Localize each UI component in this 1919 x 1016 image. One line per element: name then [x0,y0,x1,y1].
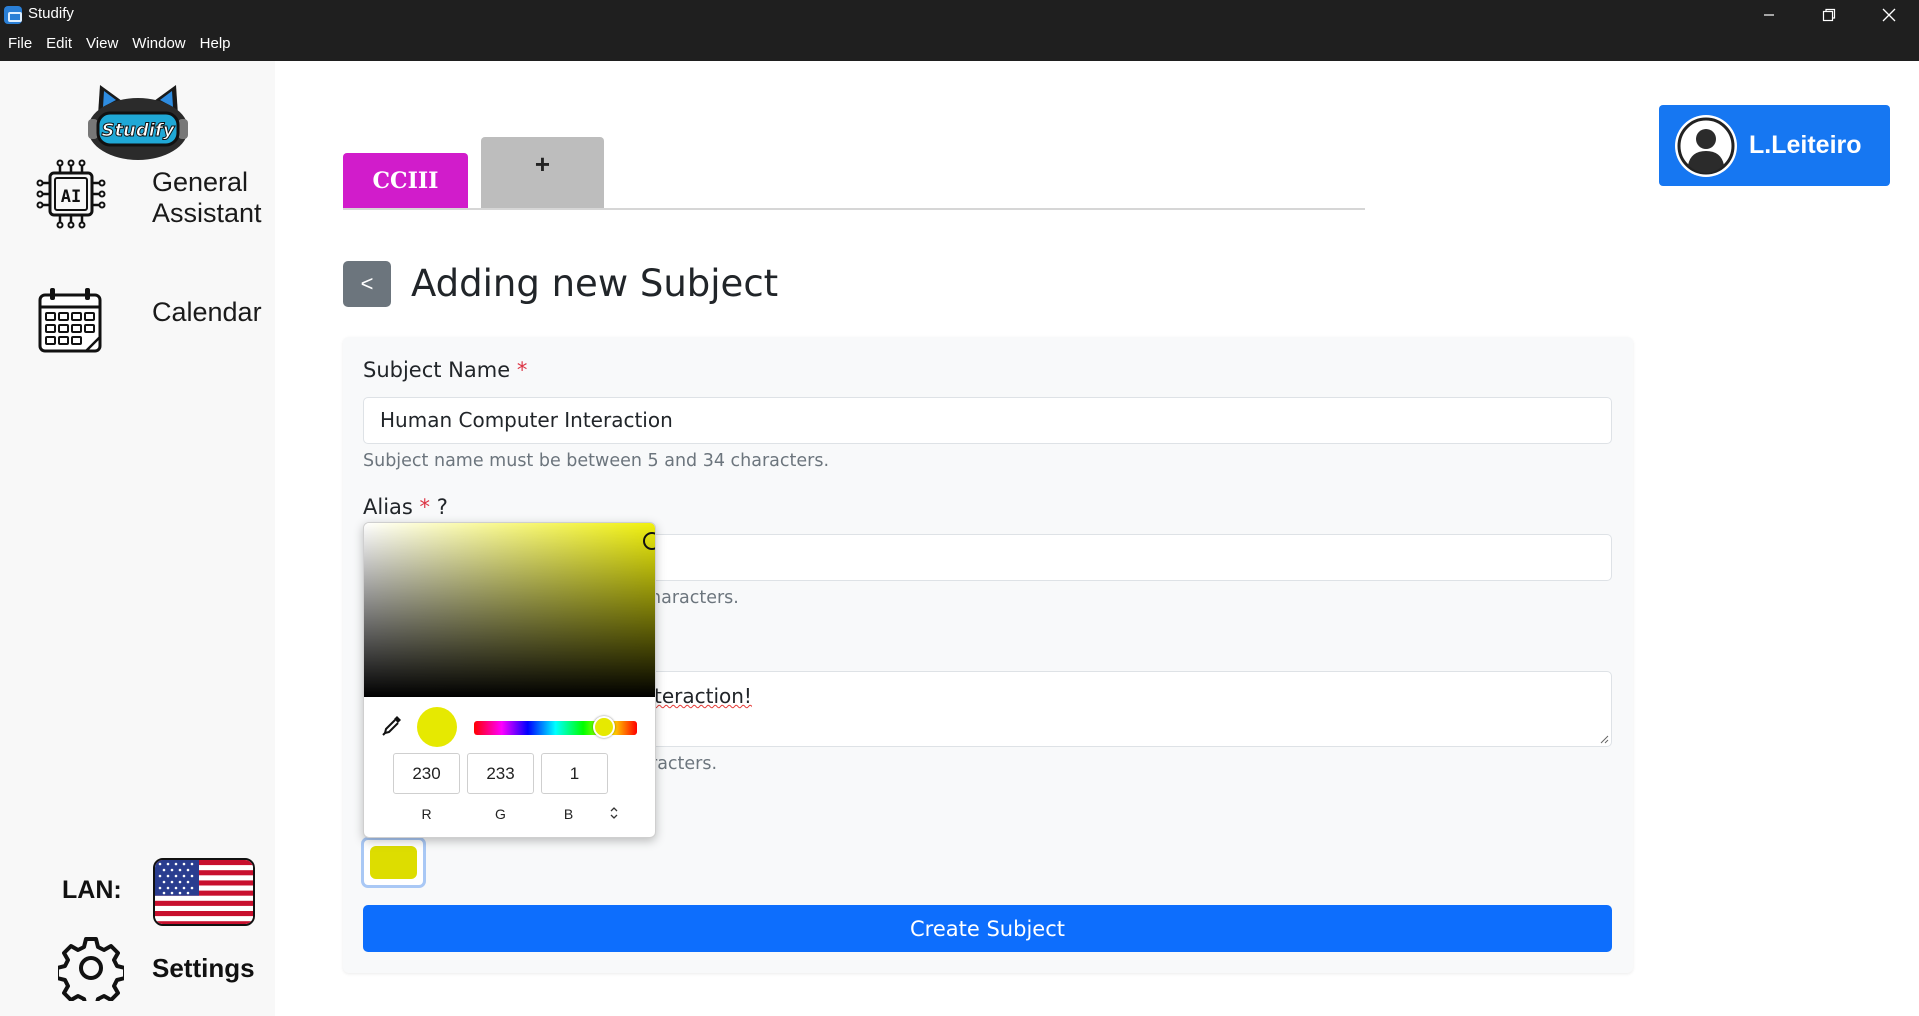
title-bar: Studify File Edit View Window Help [0,0,1919,61]
saturation-value-area[interactable] [364,523,655,697]
page-title: Adding new Subject [411,262,779,305]
sidebar-item-general-assistant[interactable]: AI General Assistant [36,159,262,229]
studify-logo[interactable]: Studify [84,81,192,161]
sidebar-item-label: General Assistant [152,167,262,229]
alias-help: haracters. [650,588,739,608]
sidebar: Studify AI General Assistant Calendar LA… [0,61,275,1016]
alias-label: Alias * ? [363,495,448,519]
restore-button[interactable] [1800,0,1858,30]
description-text: teraction! [654,684,752,708]
window-title: Studify [28,5,74,22]
tab-cciii[interactable]: CCIII [343,153,468,209]
alias-help-tooltip-trigger[interactable]: ? [437,495,448,519]
color-picker-popup: 230 233 1 R G B [363,522,656,838]
general-label: General [152,167,249,197]
calendar-label: Calendar [152,297,262,327]
assistant-label: Assistant [152,198,262,228]
calendar-icon [38,288,102,353]
menu-view[interactable]: View [79,34,125,54]
eyedropper-icon[interactable] [380,713,404,737]
subject-name-help: Subject name must be between 5 and 34 ch… [363,451,830,471]
menu-help[interactable]: Help [193,34,238,54]
settings-label[interactable]: Settings [152,953,255,984]
description-help: racters. [650,754,718,774]
subject-name-label-text: Subject Name [363,358,511,382]
hue-slider-thumb[interactable] [593,716,615,738]
user-profile-button[interactable]: L.Leiteiro [1659,105,1890,186]
user-avatar-icon [1677,117,1735,174]
color-preview [417,707,457,747]
saturation-value-cursor[interactable] [643,532,655,550]
back-button[interactable]: < [343,261,391,307]
sidebar-item-calendar[interactable]: Calendar [36,285,262,355]
us-flag-icon [155,860,253,924]
app-icon [4,6,22,24]
menu-window[interactable]: Window [125,34,192,54]
menu-edit[interactable]: Edit [39,34,79,54]
green-label: G [495,806,506,822]
color-mode-toggle-icon[interactable] [608,805,620,821]
resize-handle-icon[interactable] [1599,734,1609,744]
menu-bar: File Edit View Window Help [0,34,238,54]
subject-name-label: Subject Name * [363,358,527,382]
language-label: LAN: [62,876,122,904]
required-marker: * [516,358,528,382]
minimize-icon [1764,14,1774,16]
language-flag-button[interactable] [153,858,255,926]
alias-label-text: Alias [363,495,413,519]
blue-label: B [563,806,574,822]
close-window-button[interactable] [1860,0,1918,30]
tabs-divider [343,208,1365,210]
gear-icon[interactable] [58,935,124,1001]
required-marker: * [419,495,431,519]
menu-file[interactable]: File [0,34,39,54]
create-subject-button[interactable]: Create Subject [363,905,1612,952]
green-input[interactable]: 233 [467,753,534,794]
color-swatch-button[interactable] [361,837,426,888]
close-icon [1882,8,1896,22]
blue-input[interactable]: 1 [541,753,608,794]
logo-text: Studify [101,120,175,141]
user-name: L.Leiteiro [1749,131,1862,159]
sidebar-item-label: Calendar [152,297,262,328]
subject-name-input[interactable]: Human Computer Interaction [363,397,1612,444]
add-tab-button[interactable]: + [481,137,604,209]
red-label: R [421,806,432,822]
red-input[interactable]: 230 [393,753,460,794]
color-swatch [370,846,417,879]
avatar [1675,114,1737,177]
svg-text:AI: AI [61,187,81,207]
restore-icon [1822,8,1836,22]
ai-chip-icon: AI [36,159,106,229]
minimize-button[interactable] [1740,0,1798,30]
